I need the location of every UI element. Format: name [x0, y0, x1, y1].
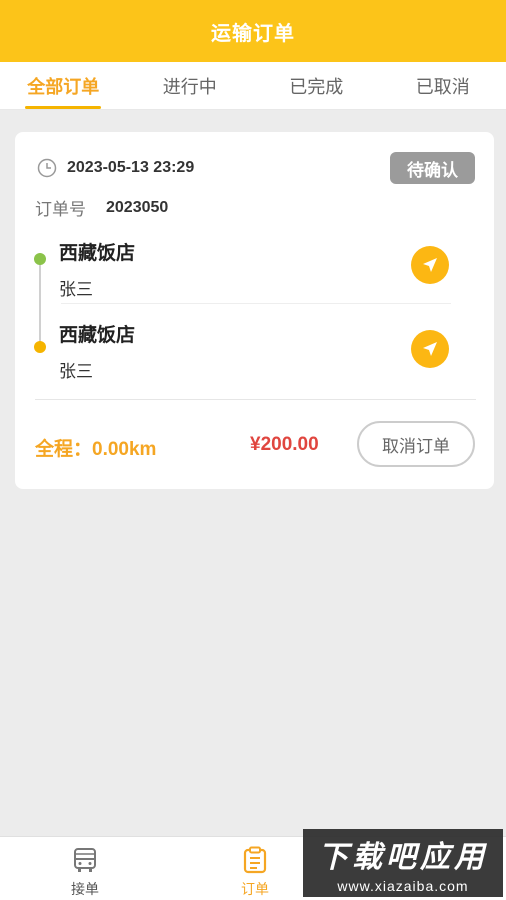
- navigation-arrow-icon: [423, 258, 437, 272]
- watermark-url: www.xiazaiba.com: [337, 878, 469, 894]
- order-card[interactable]: 2023-05-13 23:29 待确认 订单号 2023050 西藏饭店 张三…: [15, 132, 494, 489]
- dropoff-stop: 西藏饭店 张三: [59, 320, 135, 382]
- tab-label: 已完成: [289, 76, 344, 97]
- watermark-logo: 下载吧应用 www.xiazaiba.com: [303, 829, 503, 897]
- tab-completed[interactable]: 已完成: [253, 62, 380, 109]
- navigation-arrow-icon: [423, 342, 437, 356]
- order-price: ¥200.00: [250, 434, 319, 455]
- dropoff-navigate-button[interactable]: [411, 330, 449, 368]
- dropoff-name: 西藏饭店: [59, 325, 136, 346]
- tab-label: 进行中: [162, 76, 217, 97]
- tab-cancelled[interactable]: 已取消: [380, 62, 506, 109]
- tab-all-orders[interactable]: 全部订单: [0, 62, 127, 109]
- tab-label: 全部订单: [27, 76, 100, 97]
- status-badge: 待确认: [390, 152, 475, 184]
- stop-divider: [61, 303, 451, 304]
- clipboard-icon: [243, 846, 267, 874]
- pickup-dot: [34, 253, 46, 265]
- total-distance: 全程：0.00km: [35, 439, 157, 460]
- tabbar-item-accept[interactable]: 接单: [0, 837, 170, 900]
- cancel-order-button[interactable]: 取消订单: [357, 421, 475, 467]
- bus-icon: [74, 848, 96, 872]
- pickup-name: 西藏饭店: [59, 243, 136, 264]
- route-line: [39, 260, 41, 346]
- order-number-label: 订单号: [35, 200, 86, 219]
- tab-label: 已取消: [415, 76, 470, 97]
- clock-icon: [37, 158, 57, 178]
- page-title: 运输订单: [211, 22, 295, 45]
- dropoff-person: 张三: [59, 362, 93, 381]
- card-divider: [35, 399, 476, 400]
- tab-in-progress[interactable]: 进行中: [127, 62, 254, 109]
- dropoff-dot: [34, 341, 46, 353]
- watermark-title: 下载吧应用: [318, 841, 488, 874]
- app-header: 运输订单: [0, 0, 506, 62]
- tabbar-label-orders: 订单: [241, 881, 269, 897]
- order-datetime: 2023-05-13 23:29: [67, 159, 195, 176]
- order-time-row: 2023-05-13 23:29: [37, 158, 194, 178]
- order-number-row: 订单号 2023050: [35, 195, 168, 220]
- pickup-stop: 西藏饭店 张三: [59, 238, 135, 300]
- pickup-navigate-button[interactable]: [411, 246, 449, 284]
- order-tabs: 全部订单 进行中 已完成 已取消: [0, 62, 506, 110]
- order-number: 2023050: [106, 198, 169, 216]
- pickup-person: 张三: [59, 280, 93, 299]
- tabbar-label-accept: 接单: [71, 881, 99, 897]
